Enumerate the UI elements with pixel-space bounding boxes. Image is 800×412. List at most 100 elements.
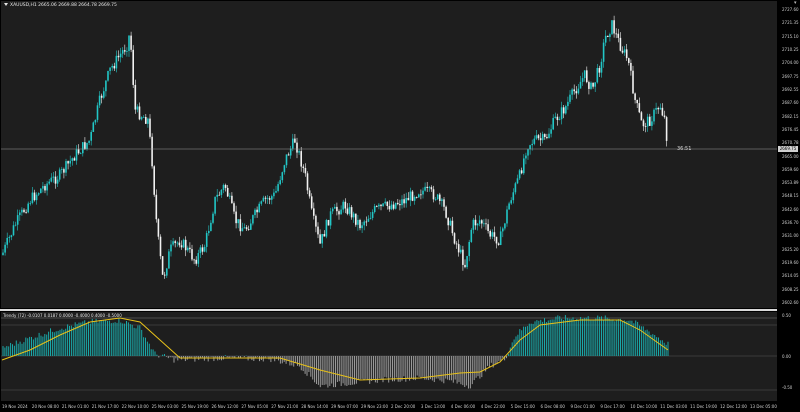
- histogram-bar: [270, 356, 272, 363]
- candle-body: [441, 199, 443, 201]
- histogram-bar: [74, 322, 76, 356]
- candle-body: [82, 142, 84, 154]
- histogram-bar: [359, 356, 361, 380]
- candle-body: [121, 50, 124, 54]
- candle-body: [266, 198, 269, 200]
- candle-body: [550, 129, 552, 134]
- histogram-bar: [663, 342, 665, 356]
- histogram-bar: [101, 320, 103, 356]
- histogram-bar: [103, 319, 105, 356]
- candle-body: [581, 78, 584, 82]
- histogram-bar: [536, 320, 538, 356]
- histogram-bar: [646, 329, 648, 356]
- candle-body: [231, 195, 233, 204]
- price-tick-label: 2648.15: [782, 193, 799, 199]
- histogram-bar: [409, 356, 411, 381]
- histogram-bar: [498, 356, 500, 361]
- histogram-bar: [494, 356, 496, 365]
- histogram-bar: [97, 322, 99, 356]
- histogram-bar: [112, 322, 114, 356]
- candle-body: [63, 169, 65, 173]
- time-tick-label: 9 Dec 17:00: [600, 404, 625, 409]
- price-tick-label: 2653.89: [782, 180, 799, 186]
- histogram-bar: [44, 334, 46, 356]
- histogram-bar: [105, 319, 107, 356]
- histogram-bar: [483, 356, 485, 370]
- histogram-bar: [298, 356, 300, 367]
- histogram-bar: [648, 331, 650, 356]
- histogram-bar: [637, 321, 639, 356]
- histogram-bar: [232, 356, 234, 358]
- histogram-bar: [266, 356, 268, 357]
- histogram-bar: [143, 337, 145, 356]
- candle-body: [413, 197, 416, 201]
- histogram-bar: [91, 318, 93, 356]
- candle-body: [541, 134, 544, 141]
- candle-body: [621, 50, 624, 53]
- histogram-bar: [215, 356, 217, 358]
- candle-body: [315, 215, 317, 227]
- histogram-bar: [162, 354, 164, 356]
- candle-body: [111, 65, 113, 68]
- candle-body: [323, 234, 326, 237]
- histogram-bar: [458, 356, 460, 383]
- histogram-bar: [243, 356, 245, 358]
- histogram-bar: [583, 317, 585, 356]
- candle-body: [420, 194, 422, 196]
- candle-body: [210, 222, 212, 231]
- histogram-bar: [72, 327, 74, 356]
- candle-body: [407, 197, 410, 201]
- candle-body: [279, 180, 281, 185]
- histogram-bar: [53, 332, 55, 356]
- time-tick-label: 27 Nov 05:00: [241, 404, 269, 409]
- histogram-bar: [405, 356, 407, 382]
- candle-body: [634, 93, 636, 100]
- triangle-down-icon[interactable]: [4, 3, 8, 6]
- histogram-bar: [441, 356, 443, 382]
- candle-body: [355, 213, 357, 225]
- histogram-bar: [194, 356, 196, 362]
- candle-body: [365, 221, 368, 223]
- time-tick-label: 29 Nov 23:00: [361, 404, 388, 409]
- candle-body: [140, 117, 143, 120]
- histogram-bar: [135, 328, 137, 356]
- candle-body: [292, 138, 294, 149]
- price-tick-label: 2670.78: [782, 140, 799, 146]
- arrow-icon[interactable]: ▾: [794, 0, 797, 6]
- candle-body: [10, 235, 13, 238]
- histogram-bar: [173, 356, 175, 363]
- histogram-bar: [259, 356, 260, 362]
- candle-body: [502, 228, 504, 232]
- histogram-bar: [616, 320, 618, 356]
- candle-body: [491, 232, 494, 237]
- candle-body: [247, 229, 250, 230]
- histogram-bar: [392, 356, 393, 382]
- candle-body: [342, 201, 344, 210]
- candle-body: [92, 122, 95, 132]
- candle-body: [96, 105, 99, 120]
- candle-body: [109, 67, 111, 71]
- symbol-label[interactable]: XAUUSD,H1 2665.06 2669.88 2664.78 2669.7…: [4, 3, 117, 8]
- histogram-bar: [487, 356, 488, 366]
- candle-body: [382, 203, 384, 207]
- candle-body: [623, 49, 626, 53]
- candle-body: [558, 119, 561, 120]
- candle-body: [625, 49, 628, 59]
- candle-body: [544, 134, 546, 137]
- indicator-tick-label: 0.00: [782, 354, 791, 359]
- candle-body: [260, 201, 263, 204]
- histogram-bar: [433, 356, 435, 383]
- histogram-bar: [382, 356, 384, 383]
- histogram-bar: [365, 356, 367, 379]
- histogram-bar: [572, 317, 574, 356]
- histogram-bar: [642, 326, 644, 356]
- candle-body: [602, 42, 605, 62]
- histogram-bar: [126, 320, 127, 356]
- histogram-bar: [378, 356, 380, 379]
- candle-body: [203, 246, 206, 252]
- candle-body: [193, 259, 195, 261]
- price-tick-label: 2697.75: [782, 73, 799, 79]
- histogram-bar: [164, 354, 165, 356]
- price-tick-label: 2682.15: [782, 113, 799, 119]
- candle-body: [632, 70, 634, 94]
